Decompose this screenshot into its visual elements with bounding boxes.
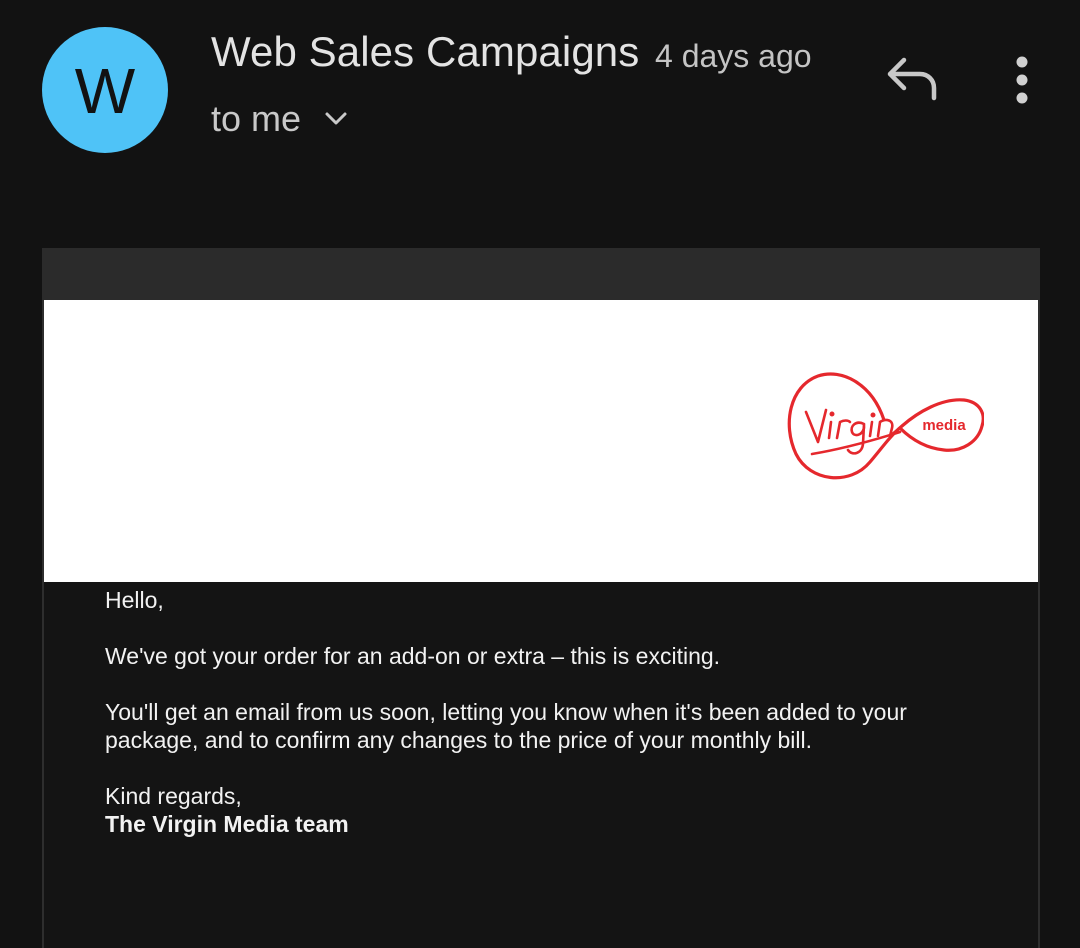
recipient-details-toggle[interactable]: to me bbox=[211, 98, 349, 140]
avatar-letter: W bbox=[74, 55, 136, 127]
virgin-media-logo: media bbox=[787, 372, 984, 480]
chevron-down-icon[interactable] bbox=[323, 106, 349, 132]
reply-icon bbox=[887, 57, 937, 101]
email-greeting: Hello, bbox=[105, 587, 164, 613]
sender-avatar[interactable]: W bbox=[42, 27, 168, 153]
email-banner: media bbox=[44, 300, 1038, 582]
email-signature: The Virgin Media team bbox=[105, 811, 349, 837]
recipient-label: to me bbox=[211, 98, 302, 139]
media-wordmark: media bbox=[922, 417, 966, 434]
email-signoff: Kind regards, bbox=[105, 783, 242, 809]
virgin-script-wordmark bbox=[804, 408, 904, 456]
sender-name[interactable]: Web Sales Campaigns bbox=[211, 28, 639, 76]
more-options-button[interactable] bbox=[1002, 54, 1042, 106]
more-vert-icon bbox=[1016, 56, 1028, 104]
email-body: Hello, We've got your order for an add-o… bbox=[105, 586, 985, 838]
email-paragraph-followup: You'll get an email from us soon, lettin… bbox=[105, 699, 907, 753]
message-timestamp: 4 days ago bbox=[655, 38, 812, 74]
reply-button[interactable] bbox=[884, 54, 942, 104]
email-paragraph-order: We've got your order for an add-on or ex… bbox=[105, 643, 721, 669]
email-header-strip bbox=[42, 248, 1040, 300]
